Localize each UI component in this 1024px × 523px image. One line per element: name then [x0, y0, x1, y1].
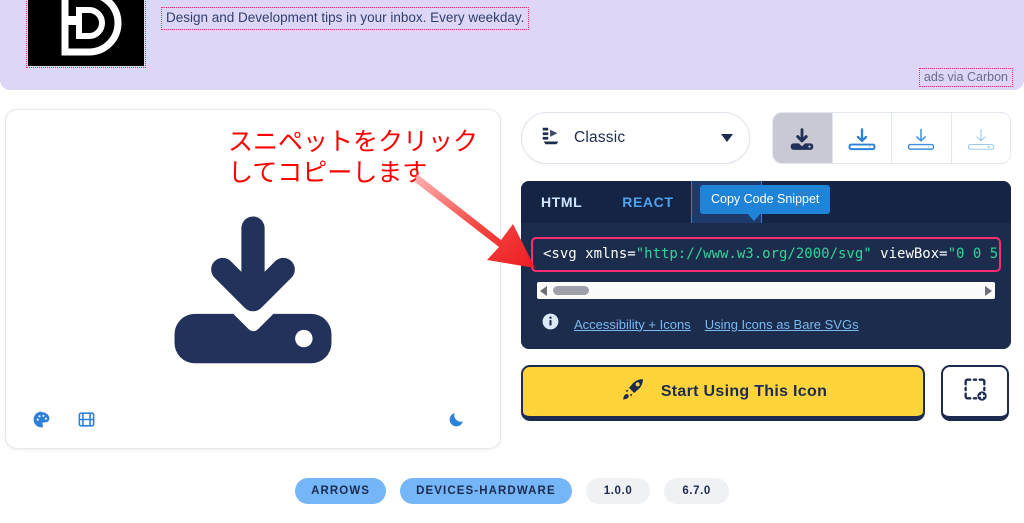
icon-weight-group: [772, 112, 1011, 164]
tab-html[interactable]: HTML: [521, 181, 602, 223]
scroll-left-arrow-icon[interactable]: [540, 285, 547, 296]
moon-icon[interactable]: [447, 410, 466, 434]
download-to-tray-icon: [174, 216, 332, 364]
chevron-down-icon: [721, 134, 734, 142]
film-grid-icon[interactable]: [77, 410, 96, 434]
code-mid: viewBox=: [871, 246, 948, 262]
tag-icon-version[interactable]: 1.0.0: [585, 478, 651, 504]
scrollbar-thumb[interactable]: [553, 286, 589, 295]
code-tabs: HTML REACT VUE Copy Code Snippet: [521, 181, 1011, 223]
code-snippet-line[interactable]: <svg xmlns="http://www.w3.org/2000/svg" …: [531, 237, 1001, 272]
preview-tool-icons: [32, 410, 96, 434]
scroll-right-arrow-icon[interactable]: [985, 285, 992, 296]
weight-fill-button[interactable]: [773, 113, 833, 163]
icon-preview-card: [5, 109, 501, 449]
cta-row: Start Using This Icon: [521, 365, 1011, 421]
code-xmlns-url: "http://www.w3.org/2000/svg": [635, 246, 872, 262]
icon-style-value: Classic: [574, 129, 626, 146]
icon-detail-page: Design and Development tips in your inbo…: [0, 0, 1024, 523]
tab-react[interactable]: REACT: [602, 181, 693, 223]
ad-attribution[interactable]: ads via Carbon: [918, 68, 1013, 87]
add-to-collection-icon: [961, 375, 989, 408]
style-and-weight-row: Classic: [521, 112, 1011, 164]
start-using-this-icon-button[interactable]: Start Using This Icon: [521, 365, 925, 421]
ad-logo-container[interactable]: [26, 0, 146, 68]
weight-regular-button[interactable]: [892, 113, 952, 163]
weight-thin-button[interactable]: [951, 113, 1011, 163]
icon-preview-stage: [6, 110, 500, 448]
ad-headline[interactable]: Design and Development tips in your inbo…: [161, 7, 530, 30]
code-viewbox: "0 0 512: [947, 246, 999, 262]
tag-devices-hardware[interactable]: DEVICES-HARDWARE: [400, 478, 572, 504]
cta-primary-label: Start Using This Icon: [660, 382, 828, 400]
icon-actions-column: Classic HTML REACT Copy Code Snippet <sv…: [521, 112, 1011, 421]
palette-swatch-icon: [540, 125, 562, 152]
info-circle-icon: [541, 312, 560, 336]
tag-library-version[interactable]: 6.7.0: [664, 478, 729, 504]
palette-icon[interactable]: [32, 410, 51, 434]
rocket-icon: [619, 375, 647, 408]
icon-tag-row: ARROWS DEVICES-HARDWARE 1.0.0 6.7.0: [0, 478, 1024, 504]
code-body: <svg xmlns="http://www.w3.org/2000/svg" …: [521, 223, 1011, 299]
code-snippet-panel: HTML REACT VUE Copy Code Snippet <svg xm…: [521, 181, 1011, 349]
copy-code-snippet-tooltip: Copy Code Snippet: [700, 185, 831, 221]
code-prefix: <svg xmlns=: [543, 246, 636, 262]
letter-d-monogram-logo: [28, 0, 144, 66]
code-help-links: Accessibility + Icons Using Icons as Bar…: [521, 299, 1011, 349]
icon-style-select[interactable]: Classic: [521, 112, 751, 164]
tag-arrows[interactable]: ARROWS: [295, 478, 387, 504]
link-accessibility-icons[interactable]: Accessibility + Icons: [574, 317, 691, 332]
carbon-ad-banner[interactable]: Design and Development tips in your inbo…: [0, 0, 1024, 90]
add-to-collection-button[interactable]: [941, 365, 1009, 421]
code-horizontal-scrollbar[interactable]: [537, 282, 995, 299]
weight-bold-button[interactable]: [832, 113, 893, 163]
link-bare-svgs[interactable]: Using Icons as Bare SVGs: [705, 317, 859, 332]
